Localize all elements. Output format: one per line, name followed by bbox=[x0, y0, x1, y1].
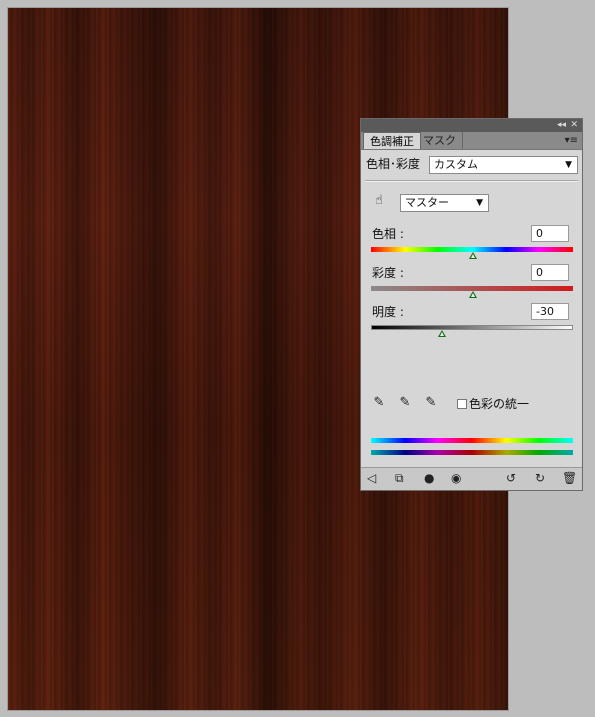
clip-layer-icon[interactable]: ⧉ bbox=[395, 471, 404, 486]
eyedropper-add-icon[interactable]: ✎ bbox=[398, 395, 412, 410]
channel-dropdown[interactable]: マスター ▼ bbox=[400, 194, 489, 212]
panel-titlebar[interactable]: ◂◂ ✕ bbox=[361, 119, 582, 132]
adjustments-panel: ◂◂ ✕ 色調補正 マスク ▾≡ 色相･彩度 カスタム ▼ ☝ マスター ▼ 色… bbox=[360, 118, 583, 491]
colorize-label: 色彩の統一 bbox=[469, 397, 530, 411]
panel-tabs: 色調補正 マスク ▾≡ bbox=[361, 132, 582, 150]
dropdown-arrow-icon: ▼ bbox=[565, 160, 572, 170]
hue-slider-thumb[interactable] bbox=[469, 252, 477, 259]
tab-masks[interactable]: マスク bbox=[417, 132, 463, 149]
eyedropper-subtract-icon[interactable]: ✎ bbox=[424, 395, 438, 410]
back-arrow-icon[interactable]: ◁ bbox=[367, 471, 376, 485]
targeted-adjustment-hand-icon[interactable]: ☝ bbox=[370, 193, 388, 208]
colorize-checkbox[interactable] bbox=[457, 399, 467, 409]
lightness-slider[interactable] bbox=[371, 325, 573, 330]
reset-icon[interactable]: ↻ bbox=[535, 471, 545, 485]
trash-icon[interactable]: 🗑 bbox=[562, 471, 577, 485]
adjustment-title: 色相･彩度 bbox=[366, 157, 421, 171]
panel-menu-icon[interactable]: ▾≡ bbox=[565, 132, 578, 149]
lightness-label: 明度 : bbox=[372, 305, 404, 319]
lightness-slider-thumb[interactable] bbox=[438, 330, 446, 337]
saturation-slider-thumb[interactable] bbox=[469, 291, 477, 298]
toggle-mask-icon[interactable]: ● bbox=[424, 471, 434, 485]
collapse-icon[interactable]: ◂◂ bbox=[557, 119, 566, 132]
view-previous-icon[interactable]: ↺ bbox=[506, 471, 516, 485]
saturation-label: 彩度 : bbox=[372, 266, 404, 280]
close-icon[interactable]: ✕ bbox=[570, 119, 578, 132]
channel-value: マスター bbox=[405, 196, 449, 209]
hue-range-bar-bottom bbox=[371, 450, 573, 455]
hue-input[interactable]: 0 bbox=[531, 225, 569, 242]
eyedropper-icon[interactable]: ✎ bbox=[372, 395, 386, 410]
separator bbox=[365, 180, 578, 182]
tab-adjustments[interactable]: 色調補正 bbox=[363, 132, 421, 149]
lightness-input[interactable]: -30 bbox=[531, 303, 569, 320]
preset-value: カスタム bbox=[434, 158, 478, 171]
panel-bottom-toolbar: ◁ ⧉ ● ◉ ↺ ↻ 🗑 bbox=[361, 467, 582, 490]
dropdown-arrow-icon: ▼ bbox=[476, 198, 483, 208]
hue-range-bar-top bbox=[371, 438, 573, 443]
preset-dropdown[interactable]: カスタム ▼ bbox=[429, 156, 578, 174]
eye-icon[interactable]: ◉ bbox=[451, 471, 461, 485]
saturation-input[interactable]: 0 bbox=[531, 264, 569, 281]
hue-label: 色相 : bbox=[372, 227, 404, 241]
